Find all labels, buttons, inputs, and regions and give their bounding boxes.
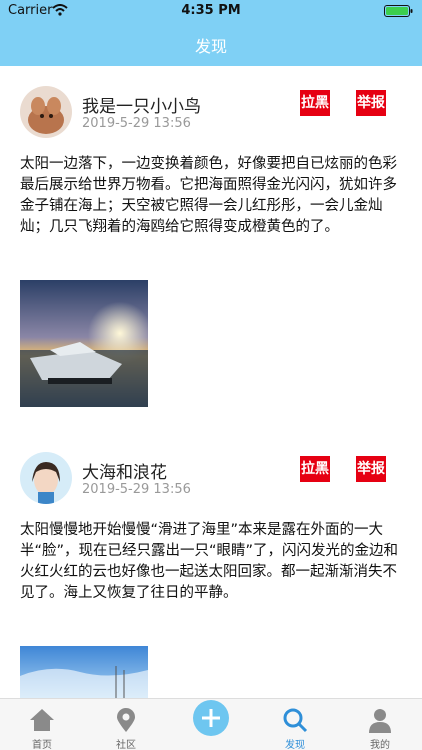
search-icon	[283, 708, 308, 733]
report-button[interactable]: 举报	[356, 90, 386, 116]
avatar[interactable]	[20, 86, 72, 138]
tab-community[interactable]: 社区	[84, 699, 168, 750]
plus-icon	[202, 709, 220, 727]
clock: 4:35 PM	[181, 3, 241, 18]
tab-label: 我的	[370, 740, 390, 750]
page-title: 发现	[194, 37, 227, 56]
post-text: 太阳慢慢地开始慢慢“滑进了海里”本来是露在外面的一大半“脸”，现在已经只露出一只…	[20, 522, 399, 601]
post-feed[interactable]: 我是一只小小鸟 2019-5-29 13:56 拉黑 举报 太阳一边落下，一边变…	[0, 66, 422, 698]
post-image[interactable]	[20, 280, 148, 407]
post-timestamp: 2019-5-29 13:56	[82, 482, 191, 497]
block-button[interactable]: 拉黑	[300, 456, 330, 482]
post-card: 大海和浪花 2019-5-29 13:56 拉黑 举报 太阳慢慢地开始慢慢“滑进…	[0, 446, 422, 698]
add-post-button[interactable]	[193, 700, 229, 736]
tab-label: 社区	[116, 740, 136, 750]
tab-home[interactable]: 首页	[0, 699, 84, 750]
location-pin-icon	[117, 708, 135, 732]
status-bar: Carrier 4:35 PM	[0, 0, 422, 22]
post-timestamp: 2019-5-29 13:56	[82, 116, 191, 131]
block-button[interactable]: 拉黑	[300, 90, 330, 116]
user-icon	[369, 709, 391, 733]
post-card: 我是一只小小鸟 2019-5-29 13:56 拉黑 举报 太阳一边落下，一边变…	[0, 66, 422, 446]
tab-label: 发现	[285, 740, 305, 750]
tab-profile[interactable]: 我的	[338, 699, 422, 750]
post-username[interactable]: 我是一只小小鸟	[82, 92, 201, 117]
post-image[interactable]	[20, 646, 148, 698]
post-text: 太阳一边落下，一边变换着颜色，好像要把自已炫丽的色彩最后展示给世界万物看。它把海…	[20, 156, 397, 235]
report-button[interactable]: 举报	[356, 456, 386, 482]
battery-icon	[384, 5, 413, 17]
post-username[interactable]: 大海和浪花	[82, 458, 167, 483]
tab-discover[interactable]: 发现	[253, 699, 337, 750]
avatar[interactable]	[20, 452, 72, 504]
nav-header: Carrier 4:35 PM 发现	[0, 0, 422, 66]
home-icon	[30, 709, 54, 731]
tab-label: 首页	[32, 740, 52, 750]
